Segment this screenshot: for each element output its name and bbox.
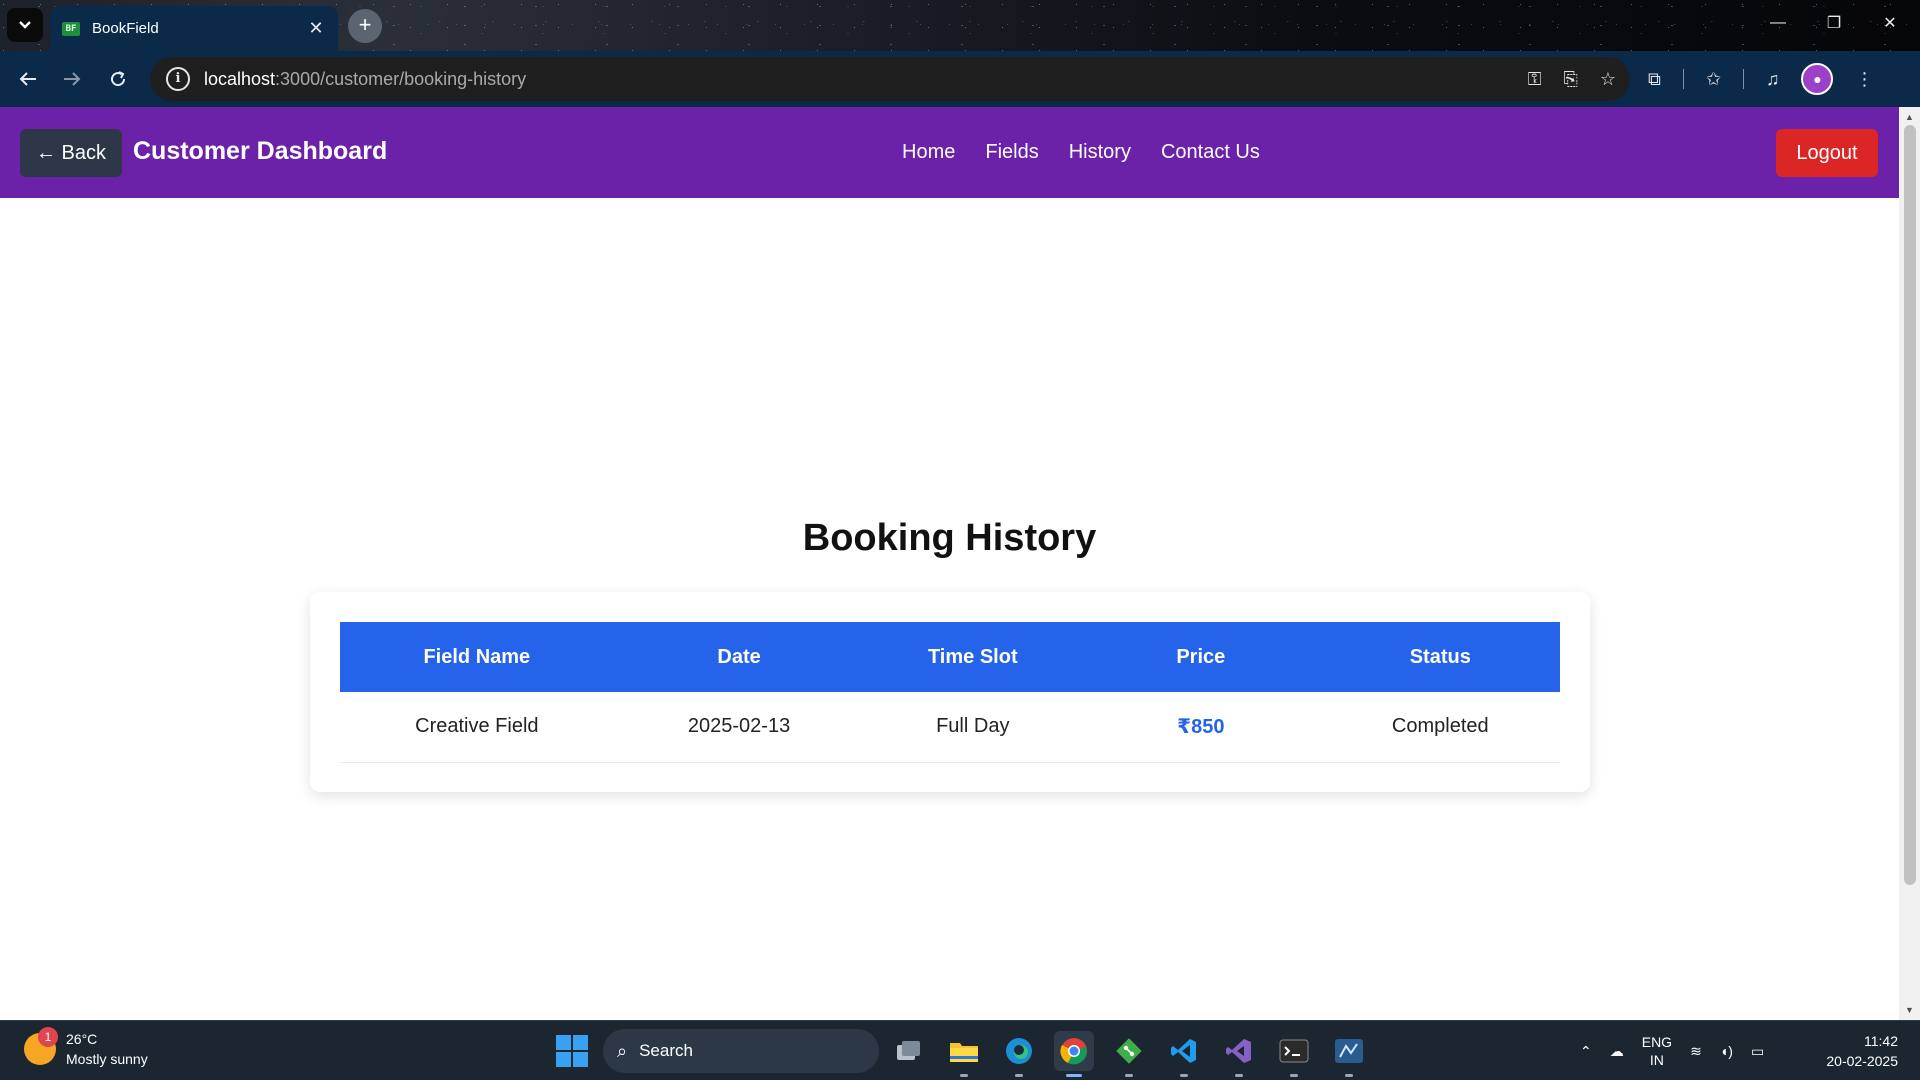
table-row: Creative Field 2025-02-13 Full Day ₹850 … (340, 692, 1560, 763)
nav-link-history[interactable]: History (1069, 141, 1131, 164)
new-tab-button[interactable]: + (348, 9, 382, 43)
toolbar-separator (1742, 69, 1744, 89)
search-icon: ⌕ (617, 1040, 628, 1061)
browser-toolbar: i localhost:3000/customer/booking-histor… (0, 51, 1920, 107)
cell-field-name: Creative Field (340, 692, 614, 763)
terminal-icon[interactable] (1274, 1031, 1314, 1077)
reload-icon[interactable] (100, 61, 136, 97)
language-code: ENG (1641, 1034, 1673, 1050)
nav-link-fields[interactable]: Fields (985, 141, 1038, 164)
dashboard-title: Customer Dashboard (133, 137, 388, 165)
clock-date: 20-02-2025 (1826, 1053, 1898, 1069)
chrome-browser-icon[interactable] (1054, 1031, 1094, 1077)
weather-temperature: 26°C (66, 1031, 98, 1047)
chevron-down-icon (19, 21, 31, 29)
scrollbar-thumb[interactable] (1904, 125, 1916, 885)
search-label: Search (639, 1041, 693, 1060)
page-title: Booking History (802, 517, 1097, 559)
url-path: :3000/customer/booking-history (275, 68, 527, 89)
cell-time-slot: Full Day (864, 692, 1082, 763)
install-icon[interactable]: ⎘ (1563, 69, 1577, 90)
page-viewport: ← Back Customer Dashboard Home Fields Hi… (0, 107, 1899, 1020)
nav-links: Home Fields History Contact Us (902, 107, 1260, 198)
booking-table: Field Name Date Time Slot Price Status C… (340, 622, 1560, 763)
chevron-up-icon[interactable]: ⌃ (1580, 1043, 1592, 1060)
wifi-icon[interactable]: ≋ (1690, 1043, 1702, 1060)
weather-widget[interactable]: 1 26°C Mostly sunny (24, 1027, 148, 1069)
cell-date: 2025-02-13 (613, 692, 865, 763)
app-navbar: ← Back Customer Dashboard Home Fields Hi… (0, 107, 1899, 198)
taskbar-clock[interactable]: 11:42 20-02-2025 (1810, 1031, 1898, 1071)
star-icon[interactable]: ☆ (1600, 69, 1616, 90)
column-header-status: Status (1320, 622, 1560, 692)
column-header-date: Date (613, 622, 865, 692)
profile-avatar[interactable]: ● (1801, 63, 1834, 95)
column-header-field-name: Field Name (340, 622, 614, 692)
system-tray: ⌃ ☁ ENG IN ≋ ◖) ▭ (1580, 1021, 1764, 1080)
notification-badge: 1 (38, 1027, 58, 1047)
close-tab-icon[interactable]: ✕ (306, 18, 326, 39)
region-code: IN (1649, 1052, 1664, 1068)
close-window-icon[interactable]: ✕ (1862, 0, 1918, 46)
language-indicator[interactable]: ENG IN (1642, 1033, 1672, 1069)
restore-window-icon[interactable]: ❐ (1806, 0, 1862, 46)
booking-card: Field Name Date Time Slot Price Status C… (310, 592, 1590, 792)
sun-icon: 1 (24, 1027, 58, 1065)
star-list-icon[interactable]: ✩ (1706, 69, 1721, 90)
volume-icon[interactable]: ◖) (1720, 1043, 1733, 1059)
scroll-up-icon[interactable]: ▲ (1899, 109, 1920, 125)
windows-taskbar: 1 26°C Mostly sunny ⌕ Search ⌃ ☁ ENG IN … (0, 1020, 1920, 1080)
address-bar[interactable]: i localhost:3000/customer/booking-histor… (150, 57, 1630, 101)
file-explorer-icon[interactable] (944, 1031, 984, 1077)
bookfield-favicon: BF (62, 21, 80, 36)
minimize-window-icon[interactable]: — (1750, 0, 1806, 46)
site-info-icon[interactable]: i (166, 67, 190, 91)
battery-icon[interactable]: ▭ (1751, 1043, 1764, 1060)
key-icon[interactable]: ⚿ (1528, 69, 1542, 90)
kebab-icon[interactable]: ⋮ (1855, 69, 1873, 90)
table-header-row: Field Name Date Time Slot Price Status (340, 622, 1560, 692)
cell-status: Completed (1320, 692, 1560, 763)
url-host: localhost (204, 68, 276, 89)
forward-arrow-icon[interactable] (54, 61, 90, 97)
cell-price: ₹850 (1081, 692, 1321, 763)
visual-studio-icon[interactable] (1219, 1031, 1259, 1077)
git-icon[interactable] (1109, 1031, 1149, 1077)
taskbar-search[interactable]: ⌕ Search (603, 1029, 879, 1073)
logout-button[interactable]: Logout (1776, 129, 1878, 177)
column-header-price: Price (1081, 622, 1321, 692)
nav-link-home[interactable]: Home (902, 141, 955, 164)
tab-title: BookField (92, 20, 159, 37)
windows-start-icon[interactable] (556, 1035, 588, 1067)
vscode-icon[interactable] (1164, 1031, 1204, 1077)
media-icon[interactable]: ♫ (1766, 69, 1780, 90)
browser-tab-active[interactable]: BF BookField ✕ (50, 6, 338, 51)
nav-link-contact-us[interactable]: Contact Us (1161, 141, 1260, 164)
back-arrow-icon[interactable] (10, 61, 46, 97)
puzzle-icon[interactable]: ⧉ (1648, 69, 1661, 90)
browser-tab-bar: BF BookField ✕ + — ❐ ✕ (0, 0, 1920, 51)
database-tool-icon[interactable] (1329, 1031, 1369, 1077)
cloud-icon[interactable]: ☁ (1610, 1043, 1624, 1060)
column-header-time-slot: Time Slot (864, 622, 1082, 692)
page-scrollbar[interactable]: ▲ ▼ (1899, 107, 1920, 1020)
back-button[interactable]: ← Back (20, 129, 123, 177)
toolbar-separator (1682, 69, 1684, 89)
edge-browser-icon[interactable] (999, 1031, 1039, 1077)
clock-time: 11:42 (1864, 1033, 1898, 1049)
scroll-down-icon[interactable]: ▼ (1899, 1002, 1920, 1018)
tab-list-button[interactable] (7, 8, 43, 42)
task-view-icon[interactable] (889, 1031, 929, 1071)
weather-description: Mostly sunny (66, 1051, 148, 1067)
